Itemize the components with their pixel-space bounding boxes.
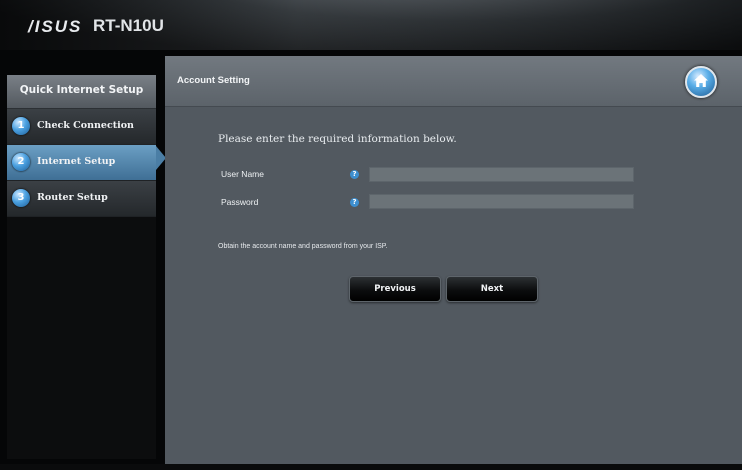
top-banner: /ISUS RT-N10U (0, 0, 742, 50)
panel-header: Account Setting (165, 56, 742, 107)
asus-logo: /ISUS (28, 17, 83, 36)
step-1-icon: 1 (12, 117, 30, 135)
sidebar-item-internet-setup[interactable]: 2 Internet Setup (7, 145, 156, 181)
isp-note: Obtain the account name and password fro… (218, 243, 388, 250)
previous-button[interactable]: Previous (349, 276, 441, 302)
sidebar-title: Quick Internet Setup (19, 84, 144, 96)
page-title: Account Setting (177, 75, 250, 86)
username-input[interactable] (369, 167, 634, 182)
help-icon[interactable]: ? (350, 198, 359, 207)
home-icon (694, 74, 708, 87)
sidebar-item-check-connection[interactable]: 1 Check Connection (7, 109, 156, 145)
next-button[interactable]: Next (446, 276, 538, 302)
main-panel: Account Setting Please enter the require… (165, 56, 742, 464)
help-icon[interactable]: ? (350, 170, 359, 179)
router-model: RT-N10U (93, 16, 164, 35)
step-2-icon: 2 (12, 153, 30, 171)
step-3-icon: 3 (12, 189, 30, 207)
password-input[interactable] (369, 194, 634, 209)
home-button[interactable] (685, 66, 717, 98)
sidebar-item-router-setup[interactable]: 3 Router Setup (7, 181, 156, 217)
sidebar-item-label: Internet Setup (37, 156, 116, 167)
sidebar-item-label: Check Connection (37, 120, 134, 131)
sidebar: Quick Internet Setup 1 Check Connection … (7, 75, 156, 459)
sidebar-item-label: Router Setup (37, 192, 108, 203)
username-label: User Name (221, 169, 264, 179)
bottom-strip (0, 464, 742, 470)
intro-text: Please enter the required information be… (218, 133, 457, 145)
sidebar-header: Quick Internet Setup (7, 75, 156, 109)
password-label: Password (221, 197, 259, 207)
